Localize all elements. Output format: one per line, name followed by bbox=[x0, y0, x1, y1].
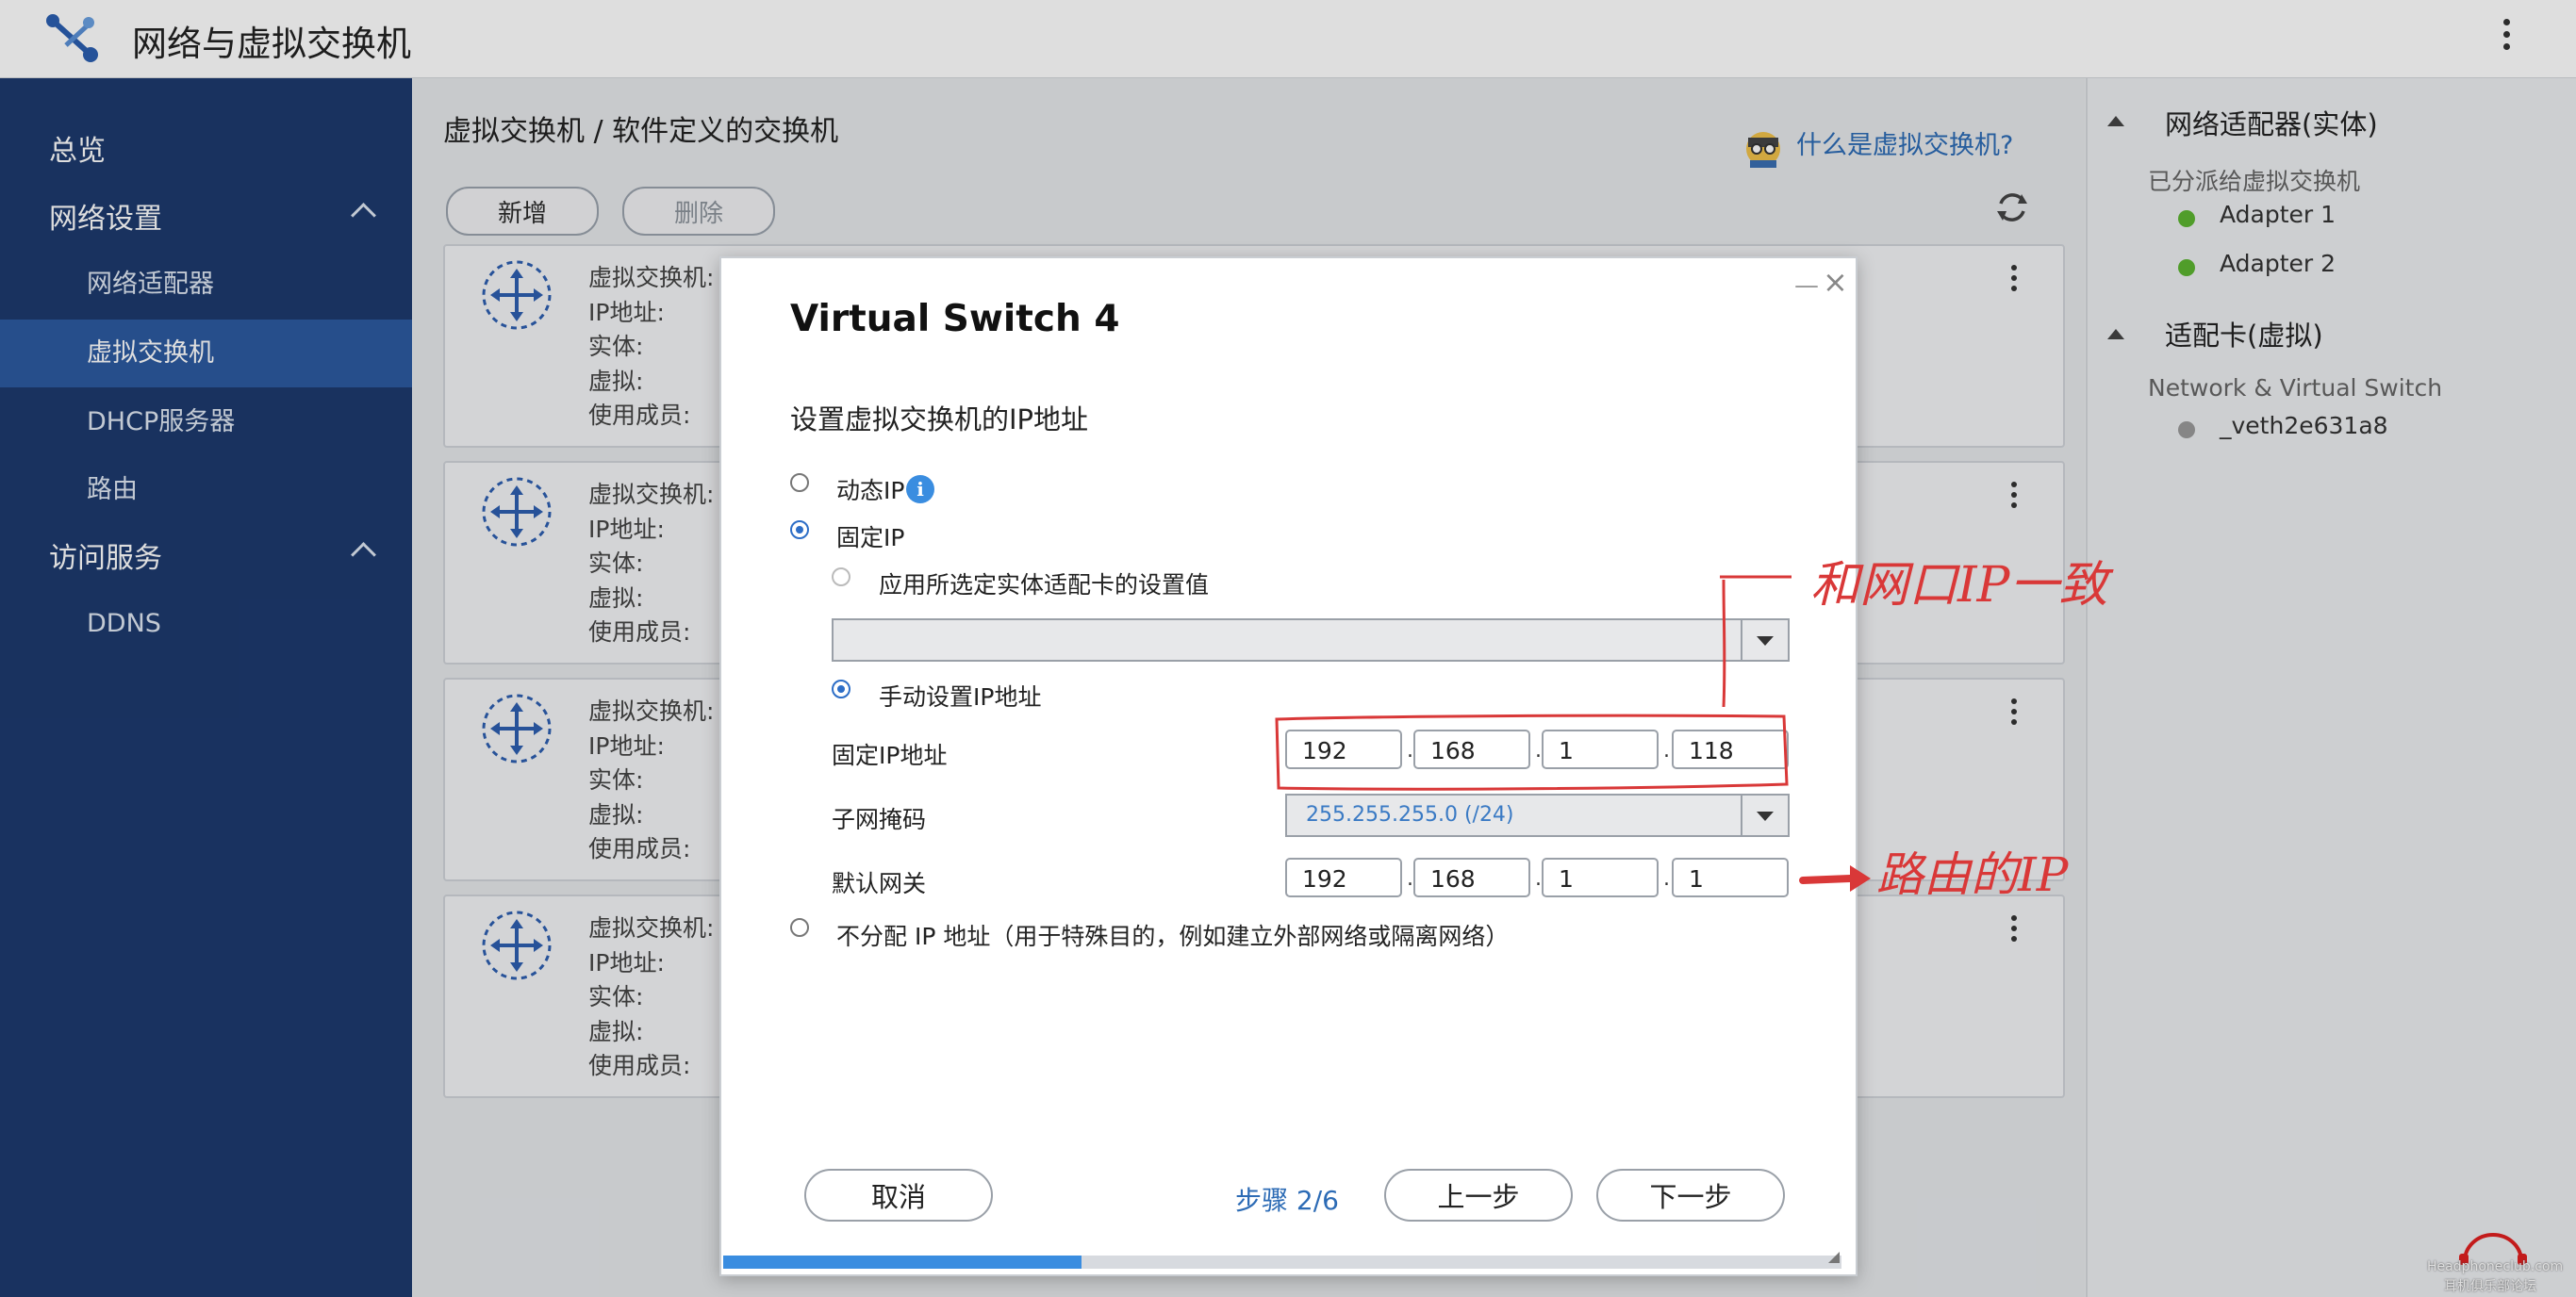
annotation-router-ip: 路由的IP bbox=[1876, 847, 2069, 902]
handwritten-annotation-marks bbox=[1275, 575, 1871, 892]
annotation-match-port-ip: 和网口IP一致 bbox=[1810, 557, 2108, 614]
